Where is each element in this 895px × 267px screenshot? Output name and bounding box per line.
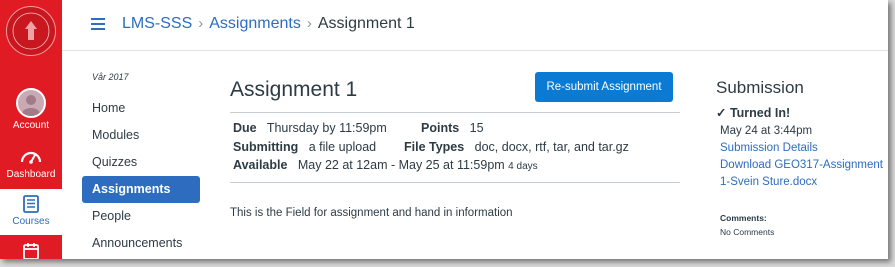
course-nav-quizzes[interactable]: Quizzes [82,149,200,176]
submitting-value: a file upload [308,140,377,154]
breadcrumb-course[interactable]: LMS-SSS [122,15,192,32]
comments-label: Comments: [720,213,767,223]
details-row-available: Available May 22 at 12am - May 25 at 11:… [233,158,538,172]
resubmit-assignment-button[interactable]: Re-submit Assignment [535,72,673,102]
file-types-label: File Types [404,140,465,154]
points-label: Points [421,121,460,135]
submission-status: ✓ Turned In! [716,105,790,120]
avatar [16,88,46,118]
download-submission-link-cont[interactable]: 1-Svein Sture.docx [720,176,817,188]
calendar-icon [22,243,40,259]
details-divider-top [230,112,680,113]
submitting-label: Submitting [233,140,299,154]
details-row-file-types: File Types doc, docx, rtf, tar, and tar.… [404,140,629,154]
course-nav: Home Modules Quizzes Assignments People … [82,95,200,257]
breadcrumb-current: Assignment 1 [317,15,415,32]
hamburger-menu-icon[interactable] [91,18,105,30]
details-row-points: Points 15 [421,121,484,135]
global-nav-account[interactable]: Account [0,88,62,131]
details-row-due: Due Thursday by 11:59pm [233,121,387,135]
chevron-right-icon: › [306,15,312,32]
page-title: Assignment 1 [230,78,358,101]
submission-details-link[interactable]: Submission Details [720,142,818,154]
submission-title: Submission [716,78,804,97]
app-frame: Account Dashboard Courses LMS-SSS › Assi… [0,0,888,259]
available-duration: 4 days [508,161,538,172]
book-icon [22,195,40,216]
due-value: Thursday by 11:59pm [266,121,387,135]
course-nav-assignments[interactable]: Assignments [82,176,200,203]
file-types-value: doc, docx, rtf, tar, and tar.gz [474,140,629,154]
breadcrumb: LMS-SSS › Assignments › Assignment 1 [122,15,415,33]
global-nav: Account Dashboard Courses [0,0,62,259]
submission-status-text: Turned In! [729,106,791,120]
header-divider [62,50,888,51]
download-link-row-2: 1-Svein Sture.docx [720,176,817,188]
submission-details-link-row: Submission Details [720,142,818,154]
download-submission-link[interactable]: Download GEO317-Assignment [720,159,883,171]
available-value: May 22 at 12am - May 25 at 11:59pm [297,158,505,172]
submission-date: May 24 at 3:44pm [720,125,813,137]
available-label: Available [233,158,288,172]
global-nav-courses-label: Courses [12,216,50,227]
course-nav-home[interactable]: Home [82,95,200,122]
university-logo[interactable] [6,6,56,56]
gauge-icon [20,151,42,167]
checkmark-icon: ✓ [716,106,727,120]
global-nav-account-label: Account [12,120,50,131]
chevron-right-icon: › [198,15,204,32]
due-label: Due [233,121,257,135]
breadcrumb-assignments[interactable]: Assignments [209,15,301,32]
global-nav-dashboard-label: Dashboard [6,169,56,180]
details-divider-bottom [230,182,680,183]
comments-value: No Comments [720,227,775,237]
course-nav-modules[interactable]: Modules [82,122,200,149]
global-nav-courses[interactable]: Courses [0,189,62,235]
points-value: 15 [469,121,484,135]
details-row-submitting: Submitting a file upload [233,140,376,154]
course-nav-people[interactable]: People [82,203,200,230]
course-nav-announcements[interactable]: Announcements [82,230,200,257]
download-link-row: Download GEO317-Assignment [720,159,883,171]
global-nav-calendar[interactable] [0,242,62,259]
global-nav-dashboard[interactable]: Dashboard [0,148,62,180]
assignment-description: This is the Field for assignment and han… [230,207,513,219]
course-term: Vår 2017 [92,72,129,82]
